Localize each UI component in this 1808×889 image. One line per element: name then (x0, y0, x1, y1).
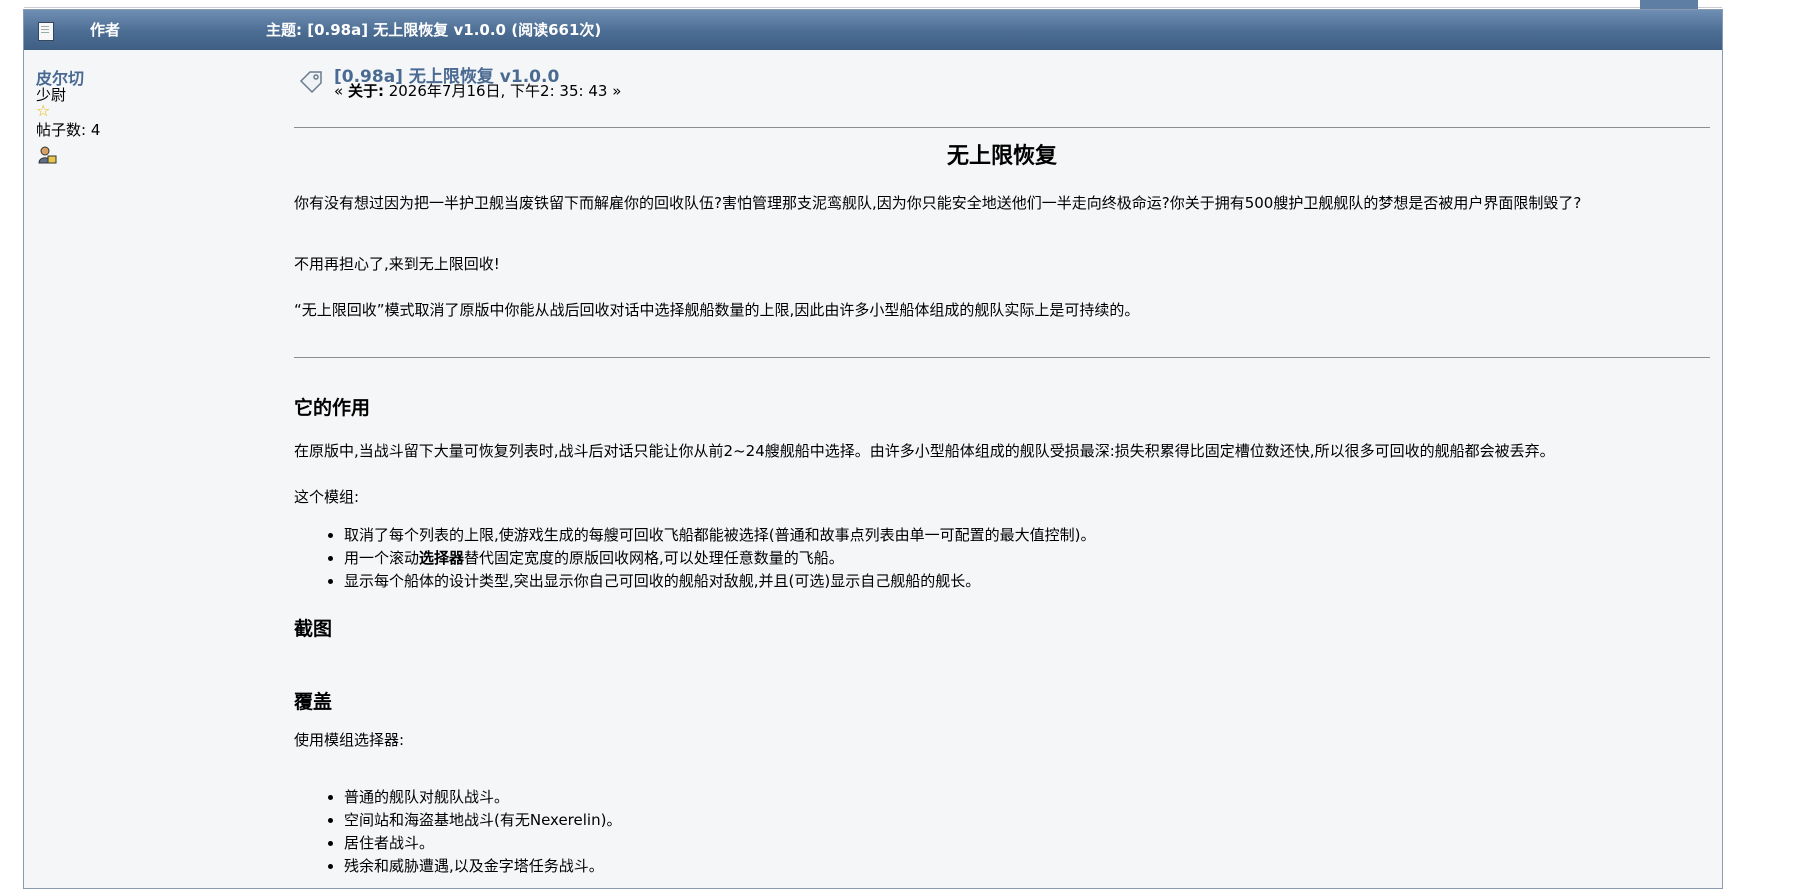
list-item: 普通的舰队对舰队战斗。 (344, 786, 621, 809)
divider (294, 357, 1710, 358)
author-column-label: 作者 (90, 21, 121, 39)
divider (294, 127, 1710, 128)
thread-header-bar: 作者 主题: [0.98a] 无上限恢复 v1.0.0 (阅读661次) (24, 10, 1722, 50)
section-heading-coverage: 覆盖 (294, 691, 333, 713)
vanilla-paragraph: 在原版中,当战斗留下大量可恢复列表时,战斗后对话只能让你从前2~24艘舰船中选择… (294, 442, 1555, 460)
date-label: 关于: (347, 82, 384, 100)
post-heading: 无上限恢复 (946, 144, 1057, 169)
profile-icon[interactable] (37, 145, 57, 165)
coverage-list: 普通的舰队对舰队战斗。 空间站和海盗基地战斗(有无Nexerelin)。 居住者… (294, 786, 621, 878)
list-item-text: 替代固定宽度的原版回收网格,可以处理任意数量的飞船。 (464, 549, 844, 567)
this-mod-label: 这个模组: (294, 488, 360, 506)
section-heading-what-it-does: 它的作用 (294, 397, 371, 419)
section-heading-screenshots: 截图 (294, 618, 333, 640)
document-icon (38, 22, 54, 41)
list-item: 取消了每个列表的上限,使游戏生成的每艘可回收飞船都能被选择(普通和故事点列表由单… (344, 524, 1095, 547)
list-item: 用一个滚动选择器替代固定宽度的原版回收网格,可以处理任意数量的飞船。 (344, 547, 1095, 570)
list-item-text: 用一个滚动 (344, 549, 420, 567)
uses-selector-label: 使用模组选择器: (294, 731, 405, 749)
list-item: 显示每个船体的设计类型,突出显示你自己可回收的舰船对敌舰,并且(可选)显示自己舰… (344, 570, 1095, 593)
top-divider (24, 7, 1722, 8)
post-count: 帖子数: 4 (36, 121, 101, 139)
star-icon: ☆ (36, 101, 51, 120)
tagline-paragraph: 不用再担心了,来到无上限回收! (294, 255, 500, 273)
description-paragraph: “无上限回收”模式取消了原版中你能从战后回收对话中选择舰船数量的上限,因此由许多… (294, 301, 1140, 319)
list-item: 居住者战斗。 (344, 832, 621, 855)
feature-list: 取消了每个列表的上限,使游戏生成的每艘可回收飞船都能被选择(普通和故事点列表由单… (294, 524, 1095, 593)
post-date: « 关于: 2026年7月16日, 下午2: 35: 43 » (334, 80, 621, 101)
date-value: 2026年7月16日, 下午2: 35: 43 » (383, 82, 622, 100)
post-tag-icon (299, 71, 322, 94)
date-prefix: « (334, 82, 348, 100)
intro-paragraph: 你有没有想过因为把一半护卫舰当废铁留下而解雇你的回收队伍?害怕管理那支泥鸾舰队,… (294, 194, 1582, 212)
list-item-bold: 选择器 (419, 549, 465, 567)
topic-title: 主题: [0.98a] 无上限恢复 v1.0.0 (阅读661次) (266, 21, 602, 39)
forum-thread: 作者 主题: [0.98a] 无上限恢复 v1.0.0 (阅读661次) 皮尔切… (23, 9, 1723, 889)
list-item: 空间站和海盗基地战斗(有无Nexerelin)。 (344, 809, 621, 832)
list-item: 残余和威胁遭遇,以及金字塔任务战斗。 (344, 855, 621, 878)
